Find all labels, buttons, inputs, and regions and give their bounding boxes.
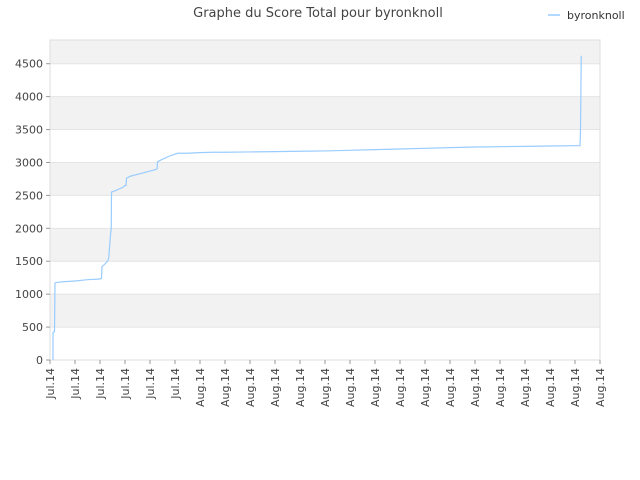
x-tick-label: Aug.14 <box>269 368 282 407</box>
x-tick-label: Aug.14 <box>494 368 507 407</box>
x-tick-label: Jul.14 <box>44 368 57 400</box>
background-band <box>50 228 600 262</box>
x-tick-label: Aug.14 <box>294 368 307 407</box>
background-band <box>50 96 600 130</box>
x-tick-label: Aug.14 <box>344 368 357 407</box>
x-tick-label: Aug.14 <box>519 368 532 407</box>
y-tick-label: 2500 <box>15 189 43 202</box>
y-tick-label: 500 <box>22 321 43 334</box>
background-band <box>50 162 600 196</box>
y-tick-label: 4000 <box>15 91 43 104</box>
x-tick-label: Aug.14 <box>419 368 432 407</box>
x-tick-label: Aug.14 <box>444 368 457 407</box>
y-tick-label: 0 <box>36 354 43 367</box>
background-band <box>50 294 600 328</box>
y-tick-label: 1000 <box>15 288 43 301</box>
x-tick-label: Aug.14 <box>194 368 207 407</box>
x-tick-label: Jul.14 <box>144 368 157 400</box>
y-tick-label: 2000 <box>15 222 43 235</box>
x-tick-label: Jul.14 <box>69 368 82 400</box>
x-tick-label: Aug.14 <box>244 368 257 407</box>
legend: byronknoll <box>548 9 625 22</box>
y-axis: 0 500 1000 1500 2000 2500 3000 3500 4000 4500 <box>15 58 50 367</box>
y-tick-label: 1500 <box>15 255 43 268</box>
x-tick-label: Jul.14 <box>94 368 107 400</box>
legend-label: byronknoll <box>567 9 625 22</box>
x-tick-label: Jul.14 <box>119 368 132 400</box>
x-tick-label: Aug.14 <box>594 368 607 407</box>
x-tick-label: Aug.14 <box>369 368 382 407</box>
background-bands <box>50 40 600 328</box>
x-tick-label: Jul.14 <box>169 368 182 400</box>
y-tick-label: 4500 <box>15 58 43 71</box>
background-band <box>50 40 600 64</box>
x-tick-label: Aug.14 <box>394 368 407 407</box>
x-tick-label: Aug.14 <box>569 368 582 407</box>
x-tick-label: Aug.14 <box>469 368 482 407</box>
x-tick-label: Aug.14 <box>219 368 232 407</box>
y-tick-label: 3000 <box>15 156 43 169</box>
x-tick-label: Aug.14 <box>319 368 332 407</box>
x-axis: Jul.14 Jul.14 Jul.14 Jul.14 Jul.14 Jul.14 Aug.… <box>44 360 607 407</box>
chart-title: Graphe du Score Total pour byronknoll <box>193 6 443 21</box>
y-tick-label: 3500 <box>15 124 43 137</box>
score-chart: 0 500 1000 1500 2000 2500 3000 3500 4000 4500 Jul… <box>15 6 625 407</box>
x-tick-label: Aug.14 <box>544 368 557 407</box>
